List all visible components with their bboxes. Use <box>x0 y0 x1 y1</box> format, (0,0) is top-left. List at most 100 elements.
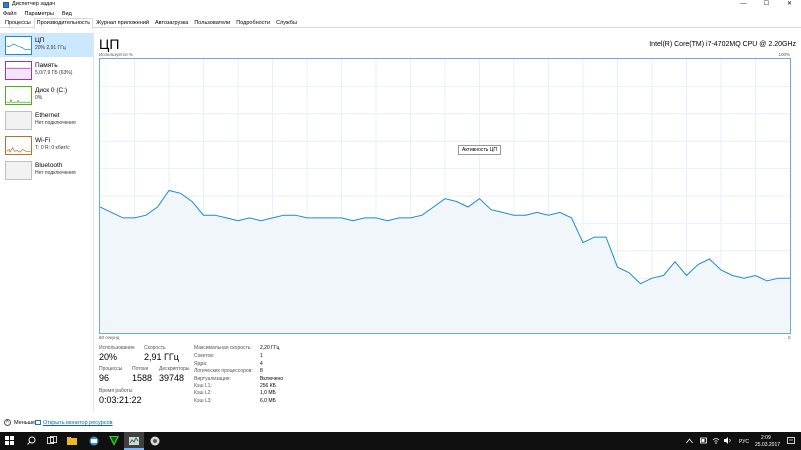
sidebar-item-label: Память <box>35 62 58 69</box>
task-manager-icon <box>3 2 9 8</box>
sidebar-item-sub: 5,0/7,9 ГБ (63%) <box>35 70 73 76</box>
tab-services[interactable]: Службы <box>273 18 300 27</box>
detail-value: 8 <box>260 368 263 374</box>
chevron-up-icon[interactable]: ˄ <box>4 419 11 426</box>
taskbar-explorer[interactable] <box>62 432 82 450</box>
network-icon[interactable] <box>712 437 720 444</box>
search-button[interactable] <box>22 432 42 450</box>
ethernet-thumbnail <box>5 111 32 130</box>
title-bar: Диспетчер задач — ☐ ✕ <box>0 0 801 10</box>
sidebar-item-disk[interactable]: Диск 0 (C:) 0% <box>0 83 93 107</box>
battery-icon[interactable] <box>700 437 708 444</box>
clock-date[interactable]: 25.03.2017 <box>755 442 780 448</box>
threads-label: Потоки <box>132 366 149 372</box>
fewer-details-button[interactable]: Меньше <box>14 420 35 426</box>
minimize-button[interactable]: — <box>732 0 755 10</box>
processes-label: Процессы <box>99 366 123 372</box>
app-icon <box>109 436 119 446</box>
usage-label: Использование <box>99 345 135 351</box>
wifi-thumbnail <box>5 136 32 155</box>
detail-key: Виртуализация: <box>194 376 231 382</box>
threads-value: 1588 <box>132 373 153 383</box>
detail-key: Кэш L1: <box>194 383 212 389</box>
task-view-button[interactable] <box>42 432 62 450</box>
clock-time[interactable]: 2:09 <box>761 435 771 441</box>
folder-icon <box>67 437 77 445</box>
sidebar-item-sub: 20% 2,91 ГГц <box>35 45 66 51</box>
tab-performance[interactable]: Производительность <box>33 18 94 29</box>
sidebar-item-sub: Т: 0 R: 0 кбит/с <box>35 145 70 151</box>
task-manager-icon <box>129 437 139 445</box>
taskbar-task-manager[interactable] <box>124 432 144 450</box>
detail-value: 1,0 МБ <box>260 390 276 396</box>
tab-app-history[interactable]: Журнал приложений <box>93 18 152 27</box>
time-axis-end-label: 0 <box>788 335 791 340</box>
sidebar-item-memory[interactable]: Память 5,0/7,9 ГБ (63%) <box>0 58 93 82</box>
processes-value: 96 <box>99 373 110 383</box>
volume-icon[interactable] <box>724 437 732 444</box>
speed-value: 2,91 ГГц <box>144 352 179 362</box>
cpu-activity-tooltip: Активность ЦП <box>458 145 501 155</box>
taskbar-app-3[interactable] <box>145 432 165 450</box>
sidebar-item-bluetooth[interactable]: Bluetooth Нет подключения <box>0 158 93 182</box>
sidebar-item-label: ЦП <box>35 37 45 44</box>
menu-options[interactable]: Параметры <box>25 10 54 18</box>
tab-startup[interactable]: Автозагрузка <box>152 18 191 27</box>
window-controls: — ☐ ✕ <box>732 0 801 10</box>
notifications-icon[interactable] <box>787 437 795 445</box>
start-button[interactable] <box>0 432 20 450</box>
page-title: ЦП <box>99 36 120 52</box>
detail-key: Сокетов: <box>194 353 215 359</box>
taskbar-app-2[interactable] <box>104 432 124 450</box>
sidebar-item-label: Bluetooth <box>35 162 63 169</box>
menu-bar: Файл Параметры Вид <box>0 10 801 18</box>
close-button[interactable]: ✕ <box>778 0 801 10</box>
menu-file[interactable]: Файл <box>3 10 17 18</box>
sidebar-item-ethernet[interactable]: Ethernet Нет подключения <box>0 108 93 132</box>
sidebar-item-label: Диск 0 (C:) <box>35 87 68 94</box>
cpu-utilization-chart[interactable] <box>99 58 791 334</box>
detail-value: 256 КБ <box>260 383 276 389</box>
sidebar-item-cpu[interactable]: ЦП 20% 2,91 ГГц <box>0 33 93 57</box>
detail-key: Максимальная скорость: <box>194 345 252 351</box>
app-icon <box>150 436 160 446</box>
detail-key: Ядра: <box>194 361 208 367</box>
detail-key: Логических процессоров: <box>194 368 253 374</box>
menu-view[interactable]: Вид <box>62 10 72 18</box>
cpu-model-name: Intel(R) Core(TM) i7-4702MQ CPU @ 2.20GH… <box>649 41 796 48</box>
taskbar: РУС 2:09 25.03.2017 <box>0 432 801 450</box>
footer: ˄ Меньше Открыть монитор ресурсов <box>0 418 801 430</box>
utilization-max-label: 100% <box>778 52 790 57</box>
utilization-axis-label: Используется % <box>99 52 133 57</box>
detail-value: 6,0 МБ <box>260 398 276 404</box>
usage-value: 20% <box>99 352 118 362</box>
tab-processes[interactable]: Процессы <box>2 18 34 27</box>
taskbar-app-1[interactable] <box>84 432 104 450</box>
uptime-value: 0:03:21:22 <box>99 395 142 405</box>
detail-key: Кэш L3: <box>194 398 212 404</box>
sidebar-item-label: Wi-Fi <box>35 137 51 144</box>
tab-details[interactable]: Подробности <box>233 18 273 27</box>
input-language[interactable]: РУС <box>739 439 749 445</box>
resource-monitor-icon <box>35 420 41 425</box>
app-icon <box>89 436 99 446</box>
memory-thumbnail <box>5 61 32 80</box>
search-icon <box>27 436 36 445</box>
handles-value: 39748 <box>159 373 185 383</box>
windows-logo-icon <box>5 436 14 445</box>
speed-label: Скорость <box>144 345 166 351</box>
sidebar-item-wifi[interactable]: Wi-Fi Т: 0 R: 0 кбит/с <box>0 133 93 157</box>
tab-bar: Процессы Производительность Журнал прило… <box>0 18 801 29</box>
disk-thumbnail <box>5 86 32 105</box>
chevron-up-icon[interactable] <box>686 438 693 444</box>
sidebar-item-sub: Нет подключения <box>35 170 76 176</box>
tab-users[interactable]: Пользователи <box>191 18 233 27</box>
handles-label: Дескрипторы <box>159 366 190 372</box>
open-resource-monitor-link[interactable]: Открыть монитор ресурсов <box>43 420 113 426</box>
sidebar-item-label: Ethernet <box>35 112 60 119</box>
maximize-button[interactable]: ☐ <box>755 0 778 10</box>
detail-value: 1 <box>260 353 263 359</box>
bluetooth-thumbnail <box>5 161 32 180</box>
cpu-thumbnail <box>5 36 32 55</box>
performance-sidebar: ЦП 20% 2,91 ГГц Память 5,0/7,9 ГБ (63%) … <box>0 31 94 411</box>
